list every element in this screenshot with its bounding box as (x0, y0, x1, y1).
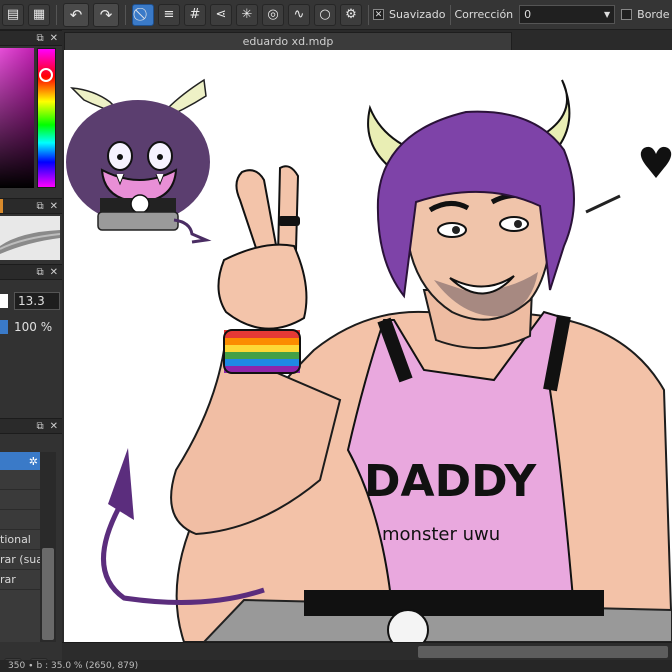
top-toolbar: ▤ ▦ ↶ ↷ ⃠ ≡ # ⋖ ✳ ◎ ∿ ○ ⚙ ✕ Suavizado Co… (0, 0, 672, 30)
brush-size-input[interactable]: 13.3 (14, 292, 60, 310)
color-panel-header: ⧉ ✕ (0, 30, 62, 46)
close-icon[interactable]: ✕ (50, 201, 58, 212)
heart-doodle (640, 146, 672, 178)
brush-stroke-shape (0, 230, 60, 254)
shirt-text-main: DADDY (364, 456, 537, 507)
redo-button[interactable]: ↷ (93, 2, 119, 27)
snap-circle-icon[interactable]: ◎ (262, 3, 284, 26)
toolbar-separator (56, 4, 57, 25)
correction-value: 0 (524, 8, 532, 21)
layer-row[interactable]: rar (0, 570, 40, 590)
size-swatch (0, 294, 8, 308)
snap-radial-icon[interactable]: ✳ (236, 3, 258, 26)
opacity-swatch (0, 320, 8, 334)
layer-list: ✲ tional rar (sua rar (0, 452, 40, 642)
layer-panel-header: ⧉ ✕ (0, 418, 62, 434)
grid-layout-icon[interactable]: ▦ (28, 3, 50, 26)
correction-label: Corrección (454, 8, 514, 21)
toolbar-separator (449, 4, 451, 25)
popout-icon[interactable]: ⧉ (36, 267, 43, 278)
undo-button[interactable]: ↶ (63, 2, 89, 27)
antialias-checkbox[interactable]: ✕ (373, 9, 384, 20)
shirt-text-sub: monster uwu (382, 524, 500, 545)
drawing-canvas[interactable]: DADDY monster uwu (64, 50, 672, 642)
color-picker-sv-area[interactable] (0, 48, 34, 188)
layout-icon[interactable]: ▤ (2, 3, 24, 26)
doodle-stroke (585, 194, 621, 214)
layer-settings-gear-icon[interactable]: ✲ (29, 455, 38, 468)
layer-row-selected[interactable]: ✲ (0, 452, 40, 470)
layer-panel: ⧉ ✕ ✲ tional rar (sua rar ▭ ⧉ (0, 418, 62, 672)
snap-ellipse-icon[interactable]: ○ (314, 3, 336, 26)
belt (304, 590, 604, 616)
layer-row[interactable] (0, 470, 40, 490)
correction-select[interactable]: 0 ▼ (519, 5, 616, 24)
monster-character-drawing (66, 78, 212, 244)
status-text: 350 ∙ b : 35.0 % (2650, 879) (8, 661, 139, 671)
close-icon[interactable]: ✕ (50, 421, 58, 432)
popout-icon[interactable]: ⧉ (36, 33, 43, 44)
layer-scrollbar-thumb[interactable] (42, 548, 54, 640)
brush-stroke-preview (0, 216, 60, 260)
layer-row[interactable] (0, 510, 40, 530)
hue-selector-ring[interactable] (39, 68, 53, 82)
brush-size-value: 13.3 (18, 294, 45, 308)
close-icon[interactable]: ✕ (50, 33, 58, 44)
artwork: DADDY monster uwu (66, 78, 672, 642)
document-tab-title: eduardo xd.mdp (242, 35, 334, 48)
close-icon[interactable]: ✕ (50, 267, 58, 278)
chevron-down-icon: ▼ (604, 10, 611, 19)
color-panel: ⧉ ✕ (0, 30, 62, 188)
antialias-label: Suavizado (389, 8, 446, 21)
border-checkbox[interactable] (621, 9, 633, 20)
layer-row[interactable]: rar (sua (0, 550, 40, 570)
brush-settings-panel: ⧉ ✕ 13.3 100 % (0, 264, 62, 334)
popout-icon[interactable]: ⧉ (36, 201, 43, 212)
snap-settings-gear-icon[interactable]: ⚙ (340, 3, 362, 26)
peace-hand (217, 165, 308, 330)
left-panel-column: ⧉ ✕ ⧉ ✕ ⧉ ✕ 13.3 100 % ⧉ ✕ ✲ tional rar … (0, 30, 62, 672)
status-bar: 350 ∙ b : 35.0 % (2650, 879) (0, 660, 672, 672)
snap-parallel-icon[interactable]: ≡ (158, 3, 180, 26)
document-tab-bar: eduardo xd.mdp (62, 30, 672, 50)
layer-item-label: rar (sua (0, 553, 40, 566)
snap-curve-icon[interactable]: ∿ (288, 3, 310, 26)
document-tab[interactable]: eduardo xd.mdp (64, 32, 512, 50)
horizontal-scrollbar[interactable] (62, 642, 672, 660)
brush-panel-header: ⧉ ✕ (0, 198, 62, 214)
panel-marker (0, 199, 3, 213)
toolbar-separator (125, 4, 126, 25)
belt-skull (387, 609, 429, 642)
layer-item-label: rar (0, 573, 16, 586)
brush-panel: ⧉ ✕ (0, 198, 62, 260)
layer-row[interactable] (0, 490, 40, 510)
brush-opacity-value[interactable]: 100 % (14, 320, 52, 334)
layer-list-scrollbar[interactable] (40, 452, 56, 642)
horizontal-scrollbar-thumb[interactable] (418, 646, 668, 658)
devil-tail-tip (108, 448, 134, 520)
snap-perspective-icon[interactable]: ⋖ (210, 3, 232, 26)
snap-grid-icon[interactable]: # (184, 3, 206, 26)
rainbow-wristband (223, 329, 301, 374)
layer-row[interactable]: tional (0, 530, 40, 550)
snap-off-icon[interactable]: ⃠ (132, 3, 154, 26)
layer-item-label: tional (0, 533, 31, 546)
toolbar-separator (368, 4, 369, 25)
popout-icon[interactable]: ⧉ (36, 421, 43, 432)
border-label: Borde (637, 8, 670, 21)
brush-settings-header: ⧉ ✕ (0, 264, 62, 280)
